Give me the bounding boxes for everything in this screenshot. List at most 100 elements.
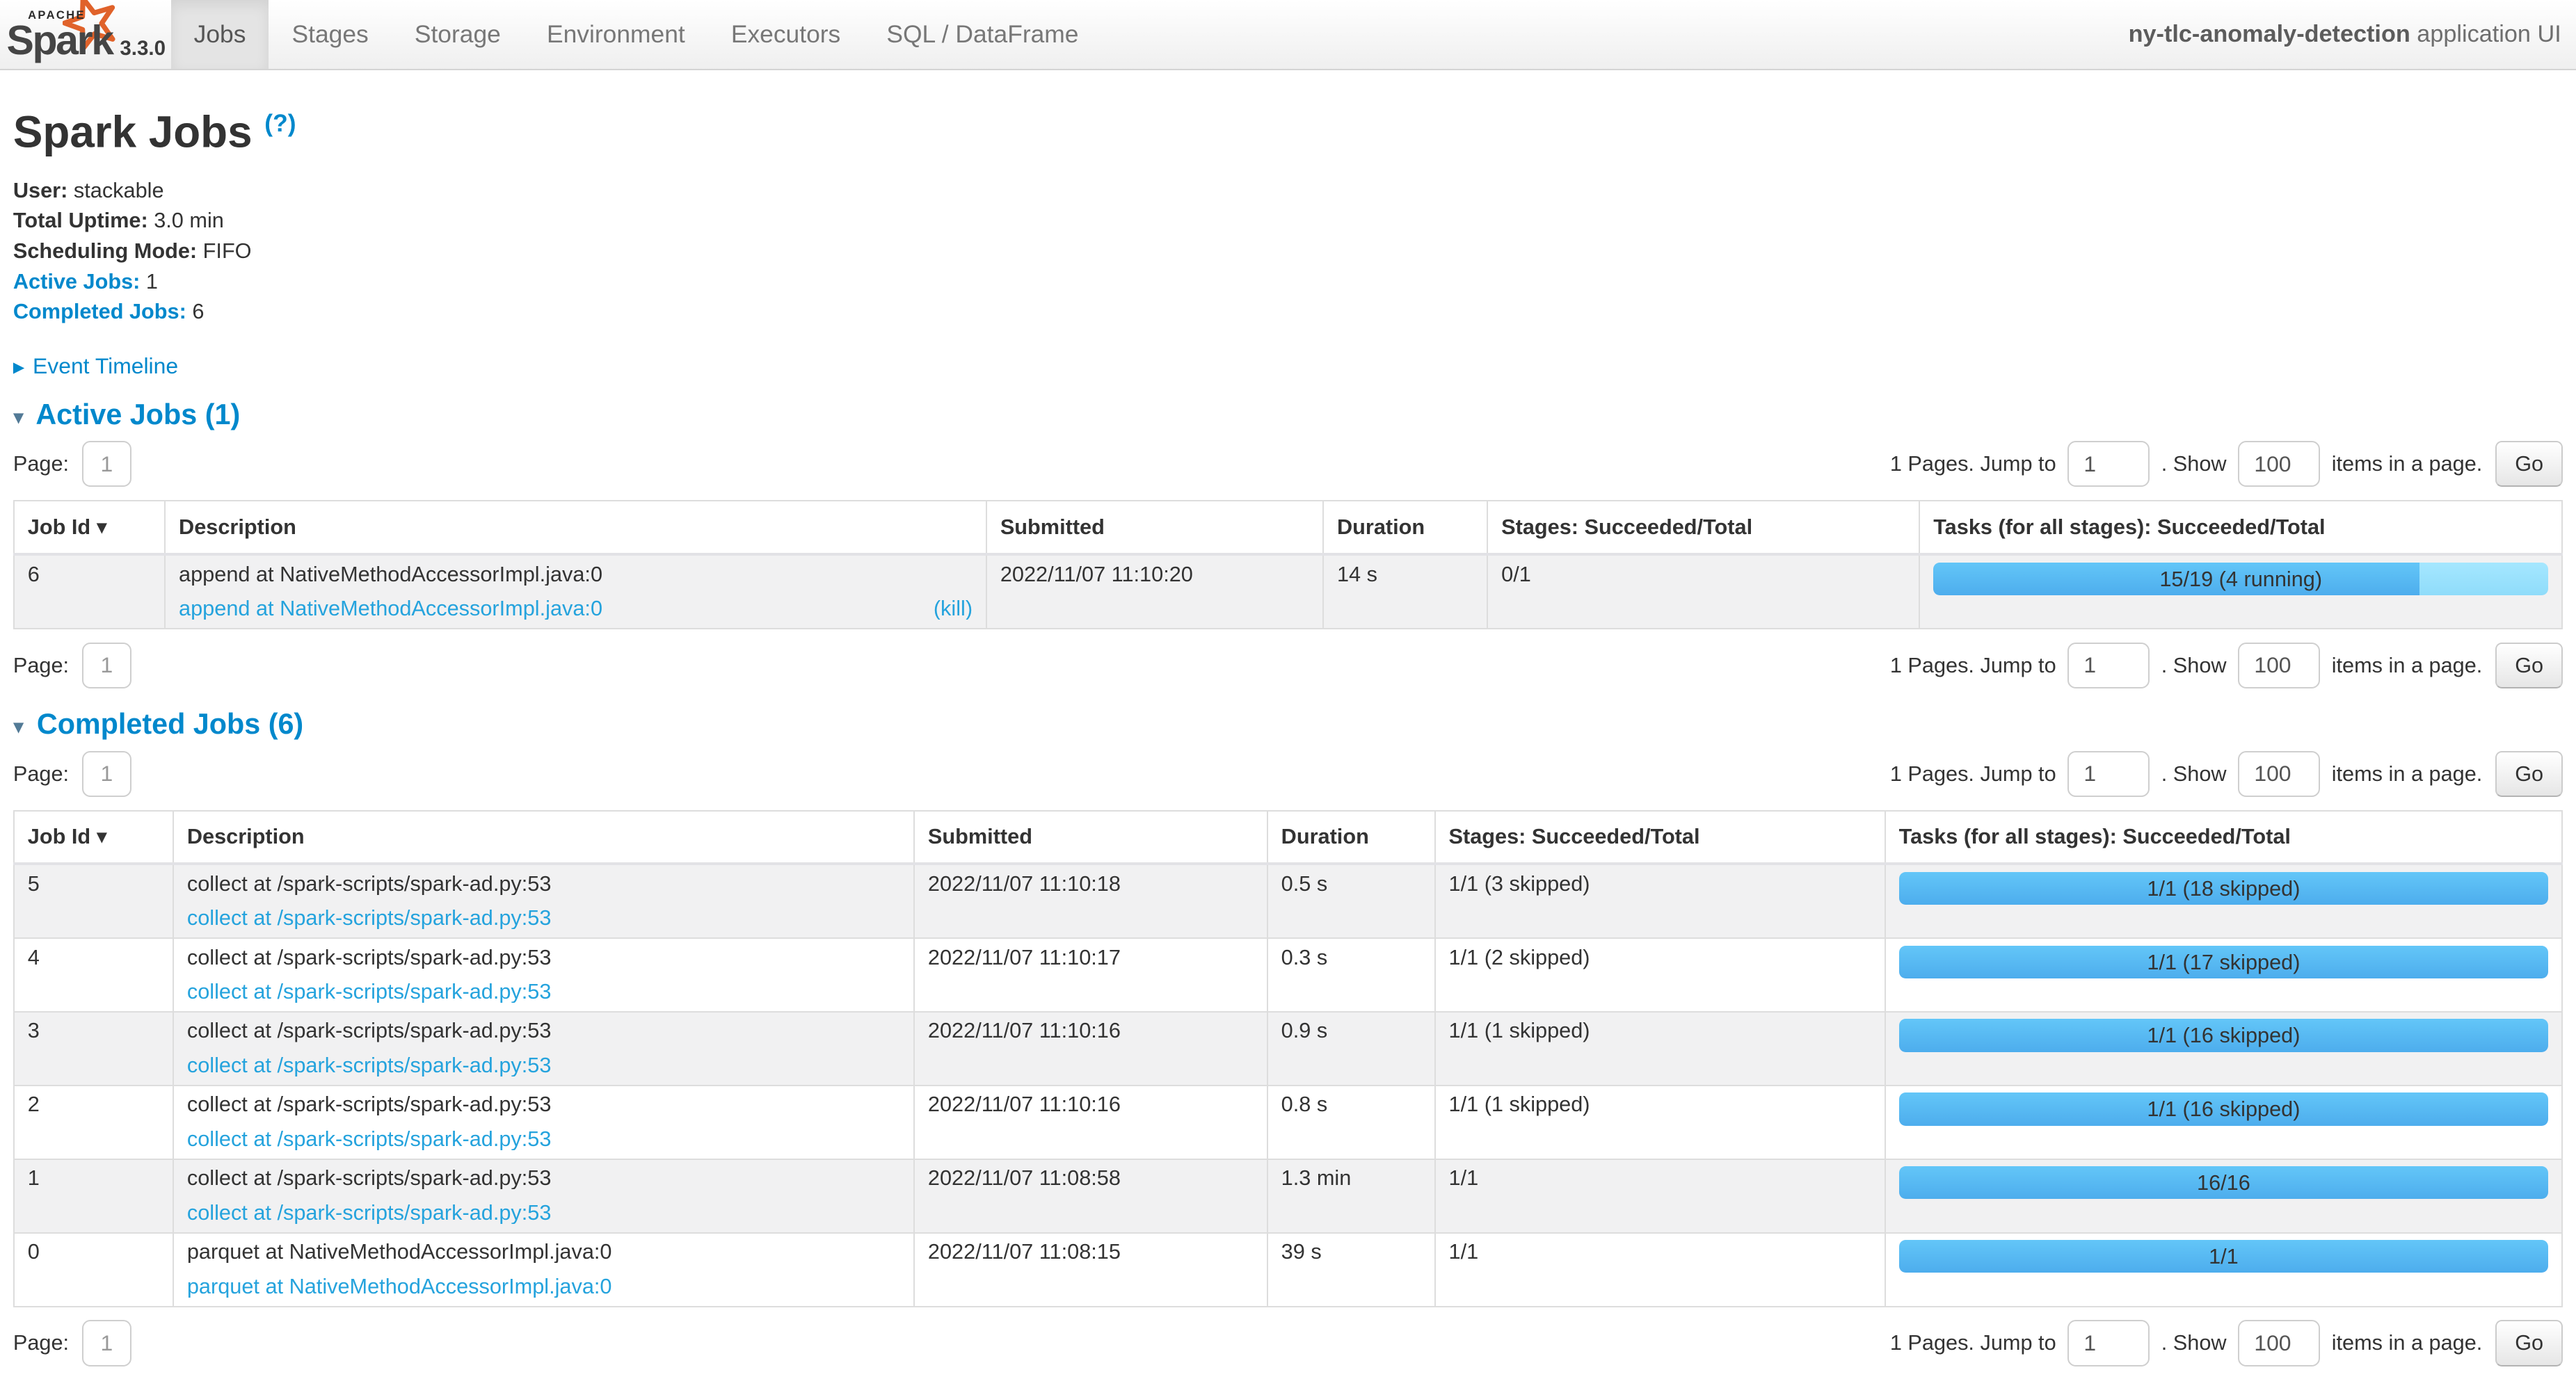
nav-tab-jobs[interactable]: Jobs [171, 0, 269, 69]
column-header-job-id[interactable]: Job Id ▾ [14, 501, 165, 554]
pagination-row: Page:1 Pages. Jump to. Showitems in a pa… [13, 1320, 2563, 1366]
go-button[interactable]: Go [2495, 441, 2563, 487]
page-title: Spark Jobs (?) [13, 93, 2563, 159]
column-header-job-id[interactable]: Job Id ▾ [14, 811, 173, 864]
summary-item-scheduling-mode: Scheduling Mode: FIFO [13, 236, 2563, 266]
job-detail-link[interactable]: collect at /spark-scripts/spark-ad.py:53 [187, 980, 552, 1003]
submitted-cell: 2022/11/07 11:10:16 [914, 1012, 1267, 1086]
task-progress-bar: 1/1 (16 skipped) [1899, 1019, 2549, 1051]
job-detail-link[interactable]: parquet at NativeMethodAccessorImpl.java… [187, 1275, 612, 1298]
logo-spark-text: Spark [6, 17, 112, 64]
pagination-row: Page:1 Pages. Jump to. Showitems in a pa… [13, 441, 2563, 487]
kill-job-link[interactable]: (kill) [934, 597, 973, 620]
items-in-page-text: items in a page. [2332, 761, 2483, 787]
job-detail-link[interactable]: collect at /spark-scripts/spark-ad.py:53 [187, 1127, 552, 1150]
submitted-cell: 2022/11/07 11:08:15 [914, 1233, 1267, 1307]
summary-label-scheduling-mode: Scheduling Mode: [13, 239, 197, 263]
page-number-input[interactable] [82, 1320, 131, 1366]
column-header-stages-succeeded-total[interactable]: Stages: Succeeded/Total [1435, 811, 1885, 864]
items-per-page-input[interactable] [2238, 751, 2320, 797]
nav-tab-executors[interactable]: Executors [708, 0, 864, 69]
pagination-row: Page:1 Pages. Jump to. Showitems in a pa… [13, 751, 2563, 797]
event-timeline-toggle[interactable]: ▶ Event Timeline [13, 353, 2563, 379]
completed-jobs-heading[interactable]: ▾ Completed Jobs (6) [13, 708, 2563, 741]
summary-label-completed-jobs[interactable]: Completed Jobs: [13, 299, 186, 323]
spark-logo[interactable]: APACHE Spark 3.3.0 [0, 0, 171, 69]
column-header-submitted[interactable]: Submitted [914, 811, 1267, 864]
items-per-page-input[interactable] [2238, 1320, 2320, 1366]
summary-label-total-uptime: Total Uptime: [13, 208, 148, 232]
job-row-0: 0parquet at NativeMethodAccessorImpl.jav… [14, 1233, 2562, 1307]
summary-label-user: User: [13, 178, 67, 202]
jump-to-page-input[interactable] [2067, 1320, 2150, 1366]
stages-cell: 1/1 (3 skipped) [1435, 864, 1885, 938]
summary-item-total-uptime: Total Uptime: 3.0 min [13, 205, 2563, 236]
pages-count-text: 1 Pages. Jump to [1890, 451, 2056, 476]
stages-cell: 1/1 (1 skipped) [1435, 1012, 1885, 1086]
progress-label: 1/1 (16 skipped) [1899, 1019, 2549, 1051]
page-number-input[interactable] [82, 441, 131, 487]
job-description-links: collect at /spark-scripts/spark-ad.py:53 [187, 1054, 900, 1076]
main-content: Spark Jobs (?) User: stackableTotal Upti… [0, 93, 2576, 1366]
nav-tab-stages[interactable]: Stages [269, 0, 391, 69]
pagination-left: Page: [13, 1320, 131, 1366]
column-header-description[interactable]: Description [173, 811, 914, 864]
job-description-text: append at NativeMethodAccessorImpl.java:… [179, 563, 973, 586]
completed-jobs-section: ▾ Completed Jobs (6) Page:1 Pages. Jump … [13, 708, 2563, 1366]
nav-tab-sql-dataframe[interactable]: SQL / DataFrame [863, 0, 1101, 69]
job-description-links: collect at /spark-scripts/spark-ad.py:53 [187, 1127, 900, 1150]
column-header-stages-succeeded-total[interactable]: Stages: Succeeded/Total [1487, 501, 1919, 554]
pagination-left: Page: [13, 643, 131, 688]
job-detail-link[interactable]: append at NativeMethodAccessorImpl.java:… [179, 597, 602, 620]
collapsed-arrow-icon: ▶ [13, 359, 24, 376]
jump-to-page-input[interactable] [2067, 441, 2150, 487]
job-description-links: collect at /spark-scripts/spark-ad.py:53 [187, 906, 900, 929]
job-description-text: collect at /spark-scripts/spark-ad.py:53 [187, 946, 900, 969]
column-header-tasks-for-all-stages-succeeded-total[interactable]: Tasks (for all stages): Succeeded/Total [1919, 501, 2562, 554]
submitted-cell: 2022/11/07 11:10:17 [914, 938, 1267, 1012]
column-header-description[interactable]: Description [165, 501, 986, 554]
stages-cell: 1/1 [1435, 1233, 1885, 1307]
page-number-input[interactable] [82, 751, 131, 797]
column-header-duration[interactable]: Duration [1323, 501, 1487, 554]
task-progress-bar: 1/1 (18 skipped) [1899, 872, 2549, 905]
column-header-tasks-for-all-stages-succeeded-total[interactable]: Tasks (for all stages): Succeeded/Total [1885, 811, 2562, 864]
go-button[interactable]: Go [2495, 1320, 2563, 1366]
summary-label-active-jobs[interactable]: Active Jobs: [13, 269, 140, 293]
event-timeline-label: Event Timeline [33, 353, 178, 378]
job-description-links: collect at /spark-scripts/spark-ad.py:53 [187, 980, 900, 1003]
description-cell: append at NativeMethodAccessorImpl.java:… [165, 554, 986, 629]
job-id-cell: 3 [14, 1012, 173, 1086]
active-jobs-heading[interactable]: ▾ Active Jobs (1) [13, 398, 2563, 431]
column-header-duration[interactable]: Duration [1267, 811, 1435, 864]
go-button[interactable]: Go [2495, 643, 2563, 688]
page-number-input[interactable] [82, 643, 131, 688]
page-label: Page: [13, 1330, 69, 1355]
duration-cell: 0.8 s [1267, 1086, 1435, 1159]
items-per-page-input[interactable] [2238, 441, 2320, 487]
progress-label: 1/1 [1899, 1240, 2549, 1273]
progress-label: 1/1 (18 skipped) [1899, 872, 2549, 905]
description-cell: collect at /spark-scripts/spark-ad.py:53… [173, 1012, 914, 1086]
job-detail-link[interactable]: collect at /spark-scripts/spark-ad.py:53 [187, 1054, 552, 1076]
tasks-cell: 16/16 [1885, 1159, 2562, 1233]
job-detail-link[interactable]: collect at /spark-scripts/spark-ad.py:53 [187, 906, 552, 929]
nav-tab-storage[interactable]: Storage [392, 0, 524, 69]
items-per-page-input[interactable] [2238, 643, 2320, 688]
pages-count-text: 1 Pages. Jump to [1890, 1330, 2056, 1355]
go-button[interactable]: Go [2495, 751, 2563, 797]
tasks-cell: 15/19 (4 running) [1919, 554, 2562, 629]
job-detail-link[interactable]: collect at /spark-scripts/spark-ad.py:53 [187, 1201, 552, 1224]
column-header-submitted[interactable]: Submitted [986, 501, 1323, 554]
pagination-controls: 1 Pages. Jump to. Showitems in a page.Go [1890, 751, 2563, 797]
jump-to-page-input[interactable] [2067, 751, 2150, 797]
pagination-row: Page:1 Pages. Jump to. Showitems in a pa… [13, 643, 2563, 688]
job-id-cell: 4 [14, 938, 173, 1012]
summary-item-completed-jobs: Completed Jobs: 6 [13, 296, 2563, 327]
show-text: . Show [2161, 761, 2227, 787]
nav-tab-environment[interactable]: Environment [524, 0, 708, 69]
help-link[interactable]: (?) [264, 109, 296, 137]
job-description-links: append at NativeMethodAccessorImpl.java:… [179, 597, 973, 620]
jump-to-page-input[interactable] [2067, 643, 2150, 688]
job-id-cell: 6 [14, 554, 165, 629]
